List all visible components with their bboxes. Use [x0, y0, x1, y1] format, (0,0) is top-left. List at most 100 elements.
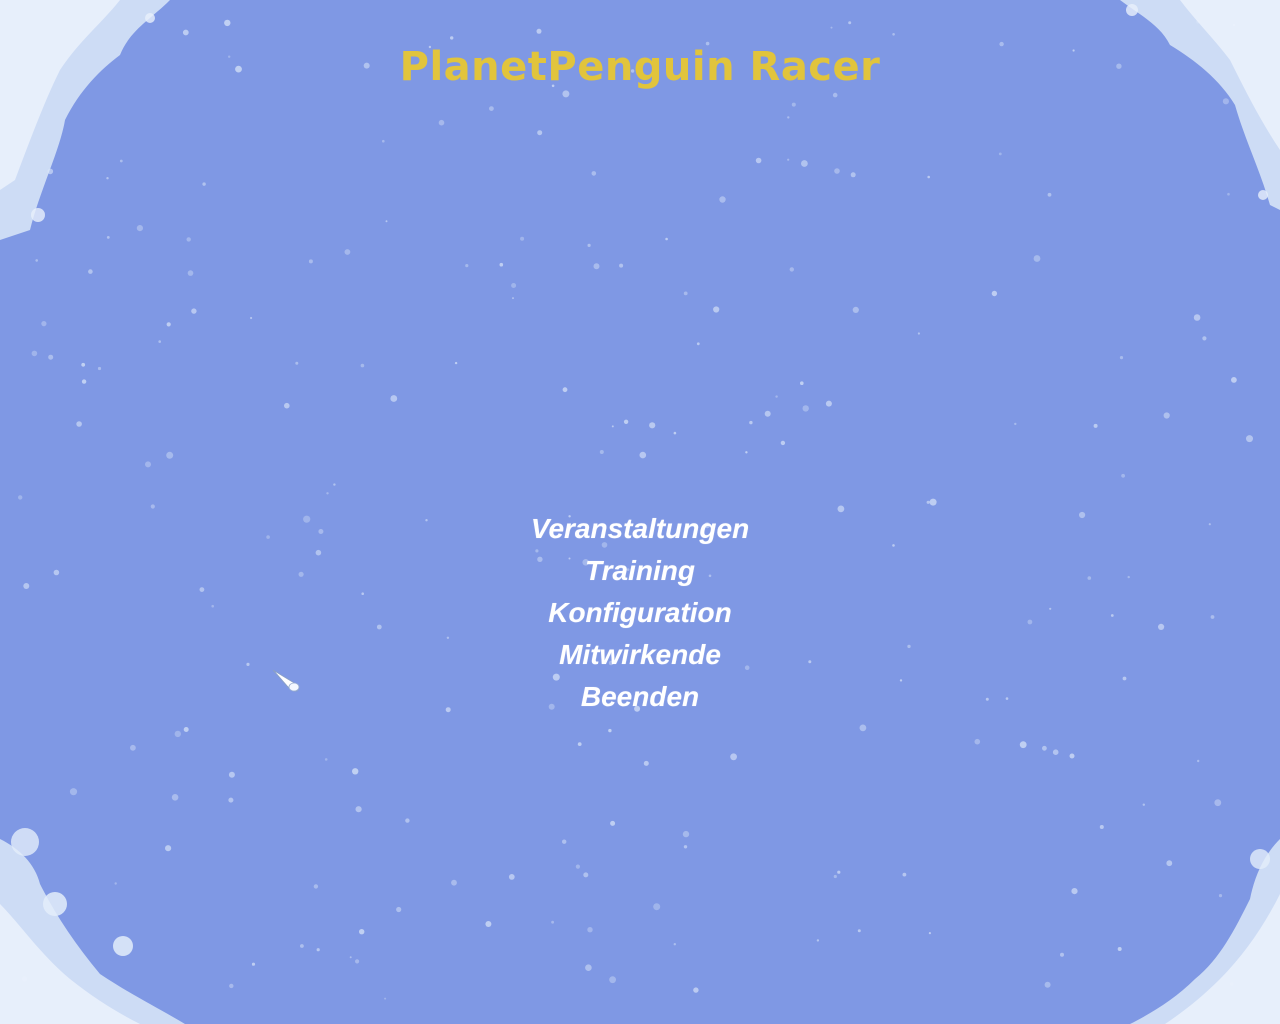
- snowflake: [438, 119, 445, 126]
- snowflake: [665, 237, 668, 241]
- snowflake: [745, 451, 748, 454]
- menu-item-veranstaltungen[interactable]: Veranstaltungen: [531, 513, 749, 544]
- snowflake: [801, 160, 808, 167]
- snowflake: [508, 874, 515, 880]
- snowflake: [1163, 412, 1170, 419]
- snowflake: [300, 944, 304, 948]
- snowflake: [88, 269, 93, 274]
- snowflake: [465, 264, 469, 268]
- snowflake: [857, 929, 861, 933]
- snowflake: [385, 220, 388, 223]
- snowflake: [787, 116, 790, 119]
- snowflake: [326, 492, 329, 495]
- snowflake: [917, 332, 921, 335]
- menu-item-mitwirkende[interactable]: Mitwirkende: [559, 639, 721, 670]
- snowflake: [683, 845, 688, 849]
- snowflake: [520, 236, 525, 241]
- menu-row: Konfiguration: [0, 592, 1280, 634]
- snowflake: [927, 175, 930, 179]
- snowflake: [755, 157, 762, 164]
- snowflake: [97, 366, 102, 371]
- snowflake: [623, 419, 629, 424]
- game-title: PlanetPenguin Racer: [399, 44, 881, 90]
- snowflake: [800, 381, 804, 386]
- snowflake: [587, 927, 593, 933]
- menu-row: Veranstaltungen: [0, 508, 1280, 550]
- snowflake: [837, 870, 841, 874]
- snowflake: [802, 405, 809, 412]
- snowflake: [187, 270, 194, 276]
- snowflake: [355, 959, 360, 964]
- snowflake: [832, 92, 838, 98]
- snowflake: [730, 753, 737, 761]
- snowflake: [599, 450, 604, 454]
- menu-item-konfiguration[interactable]: Konfiguration: [548, 597, 732, 628]
- snowflake: [166, 451, 174, 459]
- frost-corner-bottom-right: [1130, 839, 1280, 1024]
- snowflake: [537, 130, 543, 136]
- snowflake: [764, 410, 771, 417]
- snowflake: [191, 308, 197, 314]
- snowflake: [295, 361, 299, 365]
- snowflake: [780, 440, 786, 446]
- snowflake: [390, 395, 398, 402]
- menu-item-training[interactable]: Training: [585, 555, 695, 586]
- snowflake: [585, 964, 592, 971]
- snowflake: [643, 760, 649, 766]
- frost-corner-top-right: [1120, 0, 1280, 210]
- snowflake: [489, 106, 494, 111]
- snowflake: [749, 420, 753, 425]
- snowflake: [611, 425, 614, 428]
- snowflake: [1246, 435, 1253, 443]
- snowflake: [384, 997, 387, 1000]
- snowflake: [352, 768, 359, 775]
- snowflake: [926, 500, 930, 504]
- snowflake: [998, 152, 1002, 156]
- snowflake: [693, 987, 699, 993]
- snowflake: [333, 483, 336, 486]
- snowflake: [562, 90, 570, 98]
- snowflake: [610, 820, 616, 826]
- snowflake: [1052, 749, 1059, 755]
- frost-corner-top-left: [0, 0, 170, 240]
- snowflake: [653, 903, 661, 911]
- snowflake: [396, 906, 402, 913]
- snowflake: [673, 431, 677, 435]
- snowflake: [682, 830, 690, 838]
- snowflake: [859, 724, 867, 732]
- snowflake: [619, 263, 624, 268]
- snowflake: [360, 363, 365, 368]
- snowflake: [639, 451, 647, 459]
- snowflake: [1231, 377, 1237, 383]
- snowflake: [76, 421, 82, 427]
- menu-item-beenden[interactable]: Beenden: [581, 681, 699, 712]
- snowflake: [1019, 741, 1027, 749]
- snowflake: [775, 395, 778, 398]
- snowflake: [511, 283, 517, 288]
- snowflake: [929, 498, 937, 506]
- snowflake: [562, 387, 568, 393]
- snowflake: [609, 976, 616, 984]
- snowflake: [1014, 422, 1017, 426]
- snowflake: [834, 168, 840, 174]
- frost-corner-bottom-left: [0, 828, 185, 1024]
- snowflake: [359, 929, 365, 935]
- snowflake: [18, 495, 23, 500]
- main-menu: Veranstaltungen Training Konfiguration M…: [0, 508, 1280, 718]
- snowflake: [405, 818, 410, 823]
- snowflake: [81, 362, 86, 367]
- snowflake: [174, 730, 181, 738]
- snowflake: [316, 948, 320, 952]
- snowflake: [575, 864, 581, 869]
- snowflake: [536, 28, 542, 34]
- snowflake: [451, 879, 457, 886]
- snowflake: [48, 354, 54, 360]
- snowflake: [787, 158, 790, 161]
- snowflake: [1042, 745, 1047, 751]
- snowflake: [791, 102, 796, 107]
- snowflake: [789, 267, 794, 272]
- snowflake: [31, 350, 38, 357]
- snowflake: [608, 728, 612, 733]
- snowflake: [696, 342, 700, 346]
- snowflake: [41, 321, 47, 327]
